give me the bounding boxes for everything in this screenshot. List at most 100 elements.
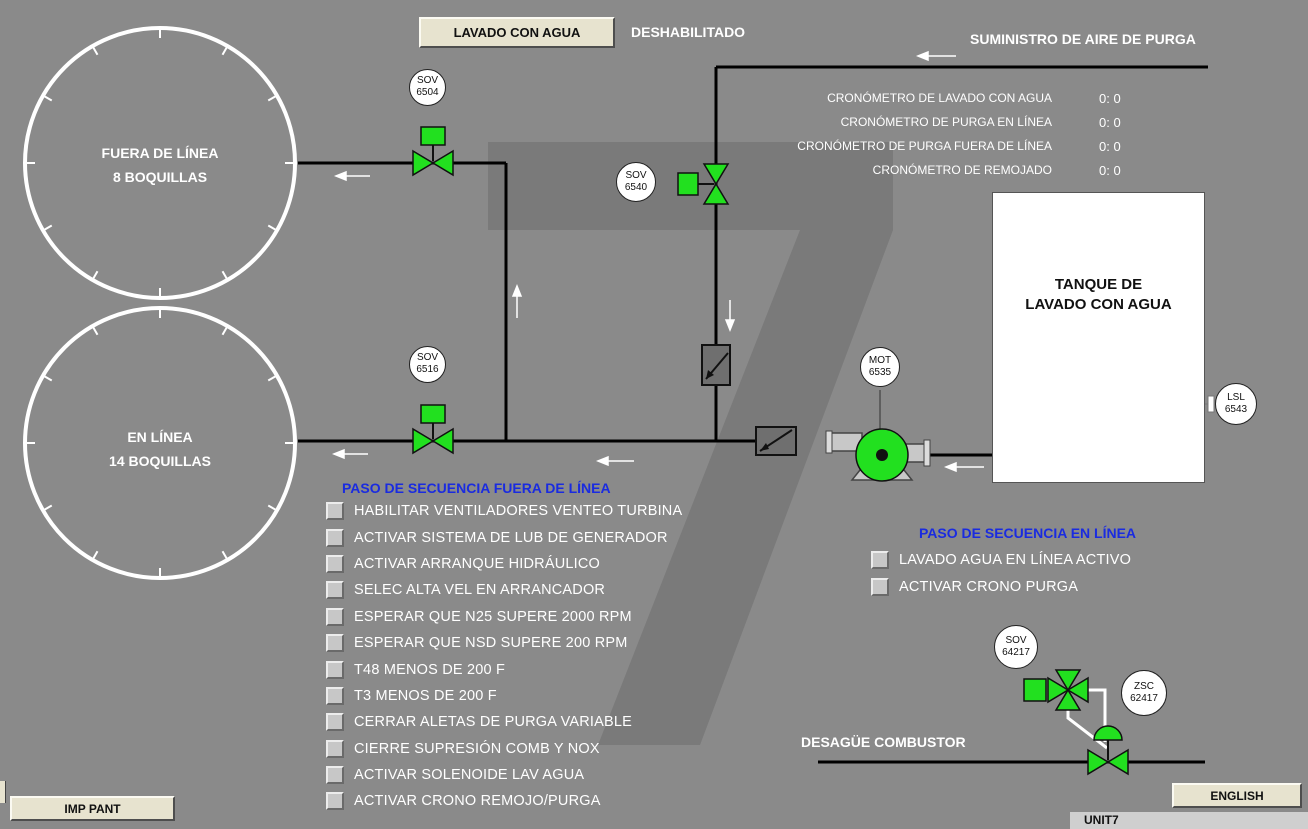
offline-sequence-step-indicator[interactable] — [326, 554, 344, 573]
sov-64217-valve-icon[interactable] — [1023, 669, 1089, 711]
offline-sequence-step-indicator[interactable] — [326, 660, 344, 679]
zsc-62417-bubble[interactable]: ZSC 62417 — [1121, 670, 1167, 716]
sov-64217-number: 64217 — [1002, 647, 1030, 658]
offline-manifold-label: FUERA DE LÍNEA 8 BOQUILLAS — [60, 141, 260, 189]
offline-sequence-step: CIERRE SUPRESIÓN COMB Y NOX — [326, 736, 682, 762]
offline-sequence-step-label: CIERRE SUPRESIÓN COMB Y NOX — [354, 740, 600, 757]
sov-6504-number: 6504 — [416, 87, 439, 98]
sov-64217-tag: SOV — [1005, 635, 1027, 646]
offline-sequence-step-indicator[interactable] — [326, 766, 344, 785]
sov-6516-number: 6516 — [416, 364, 439, 375]
online-manifold-label: EN LÍNEA 14 BOQUILLAS — [60, 425, 260, 473]
water-wash-tank[interactable]: TANQUE DE LAVADO CON AGUA — [992, 192, 1205, 483]
sov-6540-bubble[interactable]: SOV 6540 — [616, 162, 656, 202]
zsc-62417-tag: ZSC — [1134, 681, 1154, 692]
online-sequence-step-label: ACTIVAR CRONO PURGA — [899, 578, 1079, 595]
offline-sequence-step-indicator[interactable] — [326, 528, 344, 547]
offline-sequence-step: ESPERAR QUE N25 SUPERE 2000 RPM — [326, 604, 682, 630]
lsl-6543-number: 6543 — [1224, 404, 1248, 415]
print-screen-button[interactable]: IMP PANT — [10, 796, 175, 821]
online-sequence-title: PASO DE SECUENCIA EN LÍNEA — [919, 525, 1137, 541]
timer-soak-label: CRONÓMETRO DE REMOJADO — [872, 163, 1052, 177]
flow-arrow-up-icon — [511, 283, 523, 318]
zsc-62417-number: 62417 — [1130, 693, 1158, 704]
flow-arrow-left-icon — [331, 448, 368, 460]
water-wash-status: DESHABILITADO — [631, 24, 746, 40]
sov-6516-valve-icon[interactable] — [412, 404, 454, 455]
offline-sequence-step-indicator[interactable] — [326, 713, 344, 732]
online-sequence-step: ACTIVAR CRONO PURGA — [871, 573, 1131, 599]
online-sequence-step-indicator[interactable] — [871, 551, 889, 570]
offline-sequence-step-label: ACTIVAR CRONO REMOJO/PURGA — [354, 793, 601, 810]
lsl-6543-bubble[interactable]: LSL 6543 — [1215, 383, 1257, 425]
offline-sequence-step: SELEC ALTA VEL EN ARRANCADOR — [326, 577, 682, 603]
online-sequence-step-indicator[interactable] — [871, 577, 889, 596]
offline-sequence-step: HABILITAR VENTILADORES VENTEO TURBINA — [326, 498, 682, 524]
offline-sequence-step: ESPERAR QUE NSD SUPERE 200 RPM — [326, 630, 682, 656]
offline-sequence-step-label: SELEC ALTA VEL EN ARRANCADOR — [354, 582, 606, 599]
lsl-6543-tag: LSL — [1227, 392, 1245, 403]
offline-sequence-step-indicator[interactable] — [326, 634, 344, 653]
sov-6540-number: 6540 — [624, 182, 648, 193]
mot-6535-tag: MOT — [868, 355, 892, 366]
sov-6504-valve-icon[interactable] — [412, 126, 454, 177]
offline-sequence-step: ACTIVAR SOLENOIDE LAV AGUA — [326, 762, 682, 788]
timer-offline-purge-value: 0: 0 — [1099, 139, 1121, 154]
purge-air-supply-label: SUMINISTRO DE AIRE DE PURGA — [970, 31, 1196, 47]
timer-online-purge-label: CRONÓMETRO DE PURGA EN LÍNEA — [840, 115, 1052, 129]
flow-arrow-left-icon — [595, 455, 634, 467]
offline-sequence-step: CERRAR ALETAS DE PURGA VARIABLE — [326, 709, 682, 735]
offline-sequence-step-label: ACTIVAR SOLENOIDE LAV AGUA — [354, 767, 585, 784]
offline-sequence-step-indicator[interactable] — [326, 607, 344, 626]
offline-sequence-step-indicator[interactable] — [326, 502, 344, 521]
offline-sequence-step-label: CERRAR ALETAS DE PURGA VARIABLE — [354, 714, 633, 731]
flow-arrow-left-icon — [943, 461, 984, 473]
online-manifold-name: EN LÍNEA — [127, 429, 193, 445]
timer-wash-value: 0: 0 — [1099, 91, 1121, 106]
offline-manifold-name: FUERA DE LÍNEA — [101, 145, 219, 161]
offline-sequence-step: ACTIVAR SISTEMA DE LUB DE GENERADOR — [326, 524, 682, 550]
offline-sequence-step-label: HABILITAR VENTILADORES VENTEO TURBINA — [354, 503, 683, 520]
water-wash-button[interactable]: LAVADO CON AGUA — [419, 17, 615, 48]
left-edge-tab[interactable] — [0, 781, 6, 803]
timer-online-purge-value: 0: 0 — [1099, 115, 1121, 130]
offline-sequence-step-indicator[interactable] — [326, 792, 344, 811]
tank-title: TANQUE DE LAVADO CON AGUA — [1025, 276, 1172, 313]
sov-6516-tag: SOV — [416, 352, 439, 363]
offline-sequence-step-label: T3 MENOS DE 200 F — [354, 687, 497, 704]
combustor-drain-label: DESAGÜE COMBUSTOR — [801, 734, 966, 750]
drain-valve-icon[interactable] — [1087, 725, 1129, 776]
offline-sequence-step: T48 MENOS DE 200 F — [326, 656, 682, 682]
check-valve-icon — [755, 426, 797, 456]
offline-sequence-step: T3 MENOS DE 200 F — [326, 683, 682, 709]
unit-label: UNIT7 — [1070, 812, 1308, 829]
flow-arrow-down-icon — [724, 300, 736, 333]
sov-6516-bubble[interactable]: SOV 6516 — [409, 346, 446, 383]
online-sequence-list: LAVADO AGUA EN LÍNEA ACTIVO ACTIVAR CRONO… — [871, 547, 1131, 600]
offline-sequence-step-label: T48 MENOS DE 200 F — [354, 661, 506, 678]
offline-sequence-step-label: ESPERAR QUE NSD SUPERE 200 RPM — [354, 635, 628, 652]
mot-6535-number: 6535 — [868, 367, 892, 378]
offline-sequence-step-indicator[interactable] — [326, 581, 344, 600]
online-sequence-step: LAVADO AGUA EN LÍNEA ACTIVO — [871, 547, 1131, 573]
offline-sequence-title: PASO DE SECUENCIA FUERA DE LÍNEA — [342, 480, 611, 496]
pump-mot-6535-icon[interactable] — [825, 428, 931, 482]
offline-sequence-step: ACTIVAR ARRANQUE HIDRÁULICO — [326, 551, 682, 577]
check-valve-icon — [701, 344, 731, 386]
english-language-button[interactable]: ENGLISH — [1172, 783, 1302, 808]
sov-64217-bubble[interactable]: SOV 64217 — [994, 625, 1038, 669]
offline-sequence-step-label: ACTIVAR ARRANQUE HIDRÁULICO — [354, 555, 601, 572]
offline-sequence-step-indicator[interactable] — [326, 739, 344, 758]
offline-sequence-step-indicator[interactable] — [326, 686, 344, 705]
timer-offline-purge-label: CRONÓMETRO DE PURGA FUERA DE LÍNEA — [797, 139, 1052, 153]
offline-sequence-step-label: ACTIVAR SISTEMA DE LUB DE GENERADOR — [354, 529, 668, 546]
flow-arrow-left-icon — [915, 50, 956, 62]
offline-sequence-step: ACTIVAR CRONO REMOJO/PURGA — [326, 788, 682, 814]
offline-sequence-list: HABILITAR VENTILADORES VENTEO TURBINA ACT… — [326, 498, 682, 815]
sov-6504-bubble[interactable]: SOV 6504 — [409, 69, 446, 106]
timer-wash-label: CRONÓMETRO DE LAVADO CON AGUA — [827, 91, 1052, 105]
offline-manifold-nozzles: 8 BOQUILLAS — [112, 169, 208, 185]
mot-6535-bubble[interactable]: MOT 6535 — [860, 347, 900, 387]
online-sequence-step-label: LAVADO AGUA EN LÍNEA ACTIVO — [899, 552, 1132, 569]
offline-sequence-step-label: ESPERAR QUE N25 SUPERE 2000 RPM — [354, 608, 632, 625]
